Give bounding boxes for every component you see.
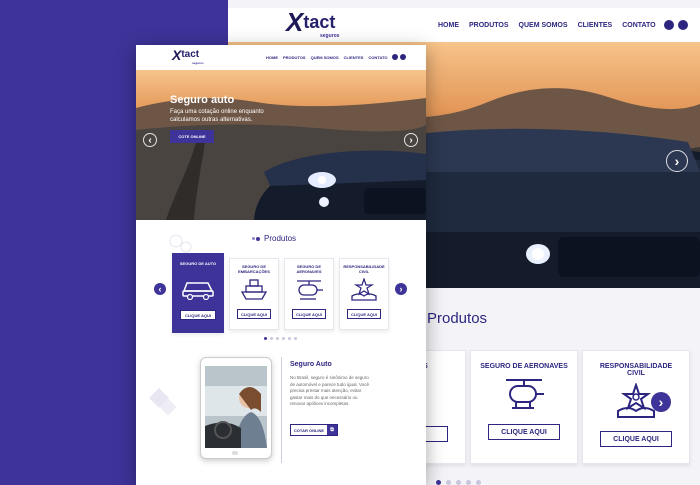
decorative-diamonds — [149, 388, 177, 416]
menu-produtos[interactable]: PRODUTOS — [283, 55, 306, 60]
card-button[interactable]: CLIQUE AQUI — [488, 424, 560, 440]
product-card-aeronaves[interactable]: SEGURO DE AERONAVES CLIQUE AQUI — [284, 258, 334, 330]
external-link-icon: ⧉ — [327, 425, 337, 435]
pager-dot[interactable] — [276, 337, 279, 340]
menu-clientes[interactable]: CLIENTES — [578, 22, 613, 29]
main-menu: HOME PRODUTOS QUEM SOMOS CLIENTES CONTAT… — [438, 20, 688, 30]
logo[interactable]: X tact seguros — [286, 7, 339, 39]
product-card-large-aeronaves[interactable]: SEGURO DE AERONAVES CLIQUE AQUI — [470, 350, 578, 464]
menu-quem-somos[interactable]: QUEM SOMOS — [519, 22, 568, 29]
product-card-embarcacoes[interactable]: SEGURO DE EMBARCAÇÕES CLIQUE AQUI — [229, 258, 279, 330]
car-icon — [182, 282, 214, 300]
card-button[interactable]: CLIQUE AQUI — [600, 431, 672, 447]
card-button[interactable]: CLIQUE AQUI — [292, 309, 326, 319]
helicopter-icon — [297, 280, 323, 300]
pager-dot[interactable] — [294, 337, 297, 340]
pager-dot[interactable] — [264, 337, 267, 340]
hero-car-scene — [136, 98, 426, 220]
hero-next-arrow[interactable]: › — [666, 150, 688, 172]
menu-clientes[interactable]: CLIENTES — [344, 55, 364, 60]
menu-quem-somos[interactable]: QUEM SOMOS — [311, 55, 339, 60]
product-card-auto[interactable]: SEGURO DE AUTO CLIQUE AQUI — [172, 253, 224, 333]
products-prev-arrow[interactable]: ‹ — [154, 283, 166, 295]
card-button[interactable]: CLIQUE AQUI — [180, 310, 216, 320]
facebook-icon[interactable]: f — [663, 20, 674, 30]
pager-dot[interactable] — [288, 337, 291, 340]
logo-x-mark: X — [172, 47, 182, 63]
menu-contato[interactable]: CONTATO — [368, 55, 387, 60]
divider-line — [281, 357, 282, 463]
hero-prev-arrow[interactable]: ‹ — [143, 133, 157, 147]
tablet-photo — [205, 366, 267, 448]
front-main-menu: HOME PRODUTOS QUEM SOMOS CLIENTES CONTAT… — [266, 54, 406, 60]
menu-home[interactable]: HOME — [438, 22, 459, 29]
pager-dots-large — [436, 480, 481, 485]
hero-next-arrow[interactable]: › — [404, 133, 418, 147]
products-next-arrow-large[interactable]: › — [651, 392, 671, 412]
hero-title: Seguro auto — [170, 94, 235, 106]
product-card-large-civil[interactable]: RESPONSABILIDADE CIVIL CLIQUE AQUI — [582, 350, 690, 464]
info-text: No Brasil, seguro é sinônimo de seguro d… — [290, 375, 370, 406]
menu-produtos[interactable]: PRODUTOS — [469, 22, 509, 29]
info-title: Seguro Auto — [290, 361, 332, 368]
product-card-civil[interactable]: RESPONSABILIDADE CIVIL CLIQUE AQUI — [339, 258, 389, 330]
cote-online-button[interactable]: COTE ONLINE — [170, 130, 214, 143]
instagram-icon[interactable]: ig — [677, 20, 688, 30]
facebook-icon[interactable]: f — [391, 54, 398, 60]
tablet-mockup — [200, 357, 272, 459]
menu-contato[interactable]: CONTATO — [622, 22, 655, 29]
heading-dots-icon — [252, 236, 260, 241]
instagram-icon[interactable]: ig — [399, 54, 406, 60]
card-button[interactable]: CLIQUE AQUI — [347, 309, 381, 319]
logo-x-mark: X — [286, 7, 304, 37]
hand-star-icon — [351, 278, 377, 301]
pager-dot[interactable] — [282, 337, 285, 340]
card-button[interactable]: CLIQUE AQUI — [237, 309, 271, 319]
hero-banner: Seguro auto Faça uma cotação online enqu… — [136, 70, 426, 220]
pager-dot[interactable] — [270, 337, 273, 340]
page-mockup: X tact seguros HOME PRODUTOS QUEM SOMOS … — [136, 45, 426, 485]
products-next-arrow[interactable]: › — [395, 283, 407, 295]
products-pager[interactable] — [264, 337, 300, 340]
helicopter-icon — [506, 379, 544, 409]
top-nav: X tact seguros HOME PRODUTOS QUEM SOMOS … — [228, 8, 700, 42]
ship-icon — [240, 279, 268, 300]
front-logo[interactable]: X tact seguros — [172, 47, 204, 65]
products-heading: Produtos — [252, 234, 296, 243]
tablet-home-button — [232, 451, 238, 455]
front-top-nav: X tact seguros HOME PRODUTOS QUEM SOMOS … — [136, 45, 426, 70]
cotar-online-button[interactable]: COTAR ONLINE ⧉ — [290, 424, 338, 436]
hero-description: Faça uma cotação online enquanto calcula… — [170, 109, 264, 123]
menu-home[interactable]: HOME — [266, 55, 278, 60]
